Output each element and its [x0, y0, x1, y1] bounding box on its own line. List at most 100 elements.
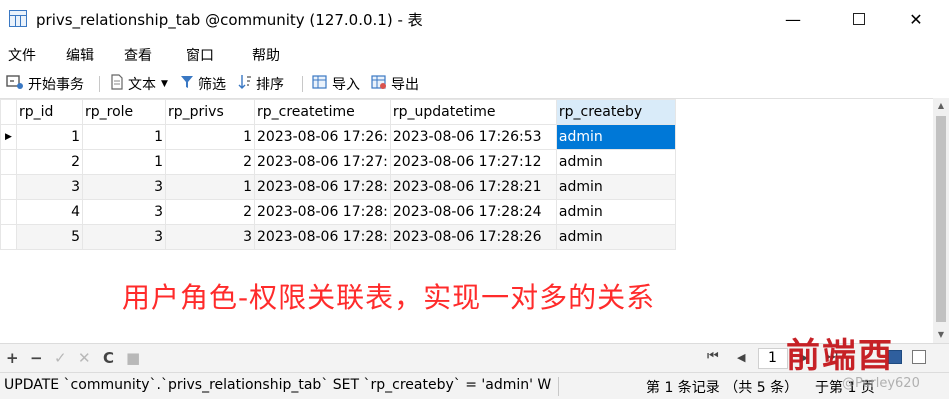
text-button[interactable]: 文本 ▼ [110, 74, 168, 94]
text-label: 文本 [128, 77, 156, 93]
filter-button[interactable]: 筛选 [180, 74, 226, 94]
cell-rp-id[interactable]: 1 [16, 124, 83, 150]
column-header-rp-createby[interactable]: rp_createby [555, 99, 676, 125]
scroll-up-icon[interactable]: ▲ [933, 98, 949, 114]
cell-rp-createby[interactable]: admin [555, 149, 676, 175]
cell-rp-createtime[interactable]: 2023-08-06 17:28: [254, 174, 391, 200]
watermark-logo: 前端酉 [786, 336, 894, 376]
transaction-icon [6, 74, 24, 94]
delete-record-button[interactable]: − [30, 349, 43, 367]
cell-rp-updatetime[interactable]: 2023-08-06 17:27:12 [389, 149, 557, 175]
filter-icon [180, 74, 194, 94]
add-record-button[interactable]: + [6, 349, 19, 367]
table-icon [9, 10, 27, 27]
toolbar: 开始事务 文本 ▼ 筛选 排序 导入 导出 [0, 68, 949, 98]
menu-bar: 文件 编辑 查看 窗口 帮助 [0, 38, 949, 68]
cell-rp-privs[interactable]: 1 [165, 174, 255, 200]
form-view-icon[interactable] [912, 350, 926, 364]
row-indicator[interactable] [0, 224, 17, 250]
cell-rp-createby-selected[interactable]: admin [555, 124, 676, 150]
cell-rp-updatetime[interactable]: 2023-08-06 17:28:21 [389, 174, 557, 200]
first-page-button[interactable]: ⏮ [707, 349, 719, 364]
cell-rp-createby[interactable]: admin [555, 224, 676, 250]
discard-changes-button[interactable]: ✕ [78, 349, 91, 367]
menu-help[interactable]: 帮助 [252, 45, 280, 65]
cell-rp-id[interactable]: 5 [16, 224, 83, 250]
chevron-down-icon: ▼ [161, 79, 168, 89]
cell-rp-privs[interactable]: 2 [165, 199, 255, 225]
column-header-rp-role[interactable]: rp_role [82, 99, 166, 125]
apply-changes-button[interactable]: ✓ [54, 349, 67, 367]
stop-button[interactable]: ■ [126, 349, 140, 367]
cell-rp-role[interactable]: 3 [82, 224, 166, 250]
record-count-text: 第 1 条记录 （共 5 条） [646, 380, 799, 396]
cell-rp-role[interactable]: 1 [82, 149, 166, 175]
cell-rp-id[interactable]: 4 [16, 199, 83, 225]
row-indicator[interactable] [0, 149, 17, 175]
menu-edit[interactable]: 编辑 [66, 45, 94, 65]
close-icon: ✕ [909, 9, 923, 29]
cell-rp-id[interactable]: 3 [16, 174, 83, 200]
minimize-icon: — [785, 9, 801, 29]
cell-rp-privs[interactable]: 2 [165, 149, 255, 175]
scroll-down-icon[interactable]: ▼ [933, 327, 949, 343]
cell-rp-id[interactable]: 2 [16, 149, 83, 175]
menu-file[interactable]: 文件 [8, 45, 36, 65]
vertical-scrollbar[interactable]: ▲ ▼ [933, 98, 949, 343]
table-row[interactable]: 4 3 2 2023-08-06 17:28: 2023-08-06 17:28… [0, 199, 676, 225]
table-row[interactable]: 2 1 2 2023-08-06 17:27: 2023-08-06 17:27… [0, 149, 676, 175]
table-row[interactable]: 3 3 1 2023-08-06 17:28: 2023-08-06 17:28… [0, 174, 676, 200]
import-button[interactable]: 导入 [312, 74, 360, 94]
cell-rp-createby[interactable]: admin [555, 199, 676, 225]
begin-transaction-button[interactable]: 开始事务 [6, 74, 84, 94]
scroll-thumb[interactable] [936, 116, 946, 322]
cell-rp-role[interactable]: 3 [82, 199, 166, 225]
document-icon [110, 74, 124, 94]
cell-rp-role[interactable]: 3 [82, 174, 166, 200]
sort-button[interactable]: 排序 [238, 74, 284, 94]
maximize-icon [853, 13, 865, 25]
menu-window[interactable]: 窗口 [186, 45, 214, 65]
column-header-rp-privs[interactable]: rp_privs [165, 99, 255, 125]
cell-rp-updatetime[interactable]: 2023-08-06 17:28:26 [389, 224, 557, 250]
prev-page-button[interactable]: ◀ [737, 351, 745, 364]
column-header-rp-id[interactable]: rp_id [16, 99, 83, 125]
cell-rp-updatetime[interactable]: 2023-08-06 17:26:53 [389, 124, 557, 150]
row-indicator[interactable] [0, 174, 17, 200]
cell-rp-createtime[interactable]: 2023-08-06 17:26: [254, 124, 391, 150]
close-button[interactable]: ✕ [893, 0, 939, 38]
export-button[interactable]: 导出 [371, 74, 419, 94]
annotation-text: 用户角色-权限关联表，实现一对多的关系 [122, 281, 656, 314]
sort-icon [238, 74, 252, 94]
refresh-button[interactable]: C [103, 349, 114, 367]
menu-view[interactable]: 查看 [124, 45, 152, 65]
table-row[interactable]: ▶ 1 1 1 2023-08-06 17:26: 2023-08-06 17:… [0, 124, 676, 150]
data-table: rp_id rp_role rp_privs rp_createtime rp_… [0, 99, 676, 250]
cell-rp-createtime[interactable]: 2023-08-06 17:28: [254, 199, 391, 225]
column-header-rp-updatetime[interactable]: rp_updatetime [389, 99, 557, 125]
row-indicator[interactable] [0, 199, 17, 225]
table-row[interactable]: 5 3 3 2023-08-06 17:28: 2023-08-06 17:28… [0, 224, 676, 250]
cell-rp-updatetime[interactable]: 2023-08-06 17:28:24 [389, 199, 557, 225]
window-title: privs_relationship_tab @community (127.0… [36, 11, 423, 29]
page-number-input[interactable]: 1 [758, 348, 788, 369]
export-label: 导出 [391, 77, 419, 93]
cell-rp-createby[interactable]: admin [555, 174, 676, 200]
minimize-button[interactable]: — [770, 0, 816, 38]
import-icon [312, 74, 328, 94]
status-separator [558, 377, 559, 396]
cell-rp-createtime[interactable]: 2023-08-06 17:27: [254, 149, 391, 175]
maximize-button[interactable] [836, 0, 882, 38]
watermark-credit: @Perley620 [842, 376, 920, 391]
header-row: rp_id rp_role rp_privs rp_createtime rp_… [0, 99, 676, 125]
sort-label: 排序 [256, 77, 284, 93]
toolbar-separator [99, 76, 100, 92]
cell-rp-privs[interactable]: 3 [165, 224, 255, 250]
cell-rp-privs[interactable]: 1 [165, 124, 255, 150]
cell-rp-createtime[interactable]: 2023-08-06 17:28: [254, 224, 391, 250]
column-header-rp-createtime[interactable]: rp_createtime [254, 99, 391, 125]
cell-rp-role[interactable]: 1 [82, 124, 166, 150]
row-indicator-header [0, 99, 17, 125]
begin-transaction-label: 开始事务 [28, 77, 84, 93]
export-icon [371, 74, 387, 94]
